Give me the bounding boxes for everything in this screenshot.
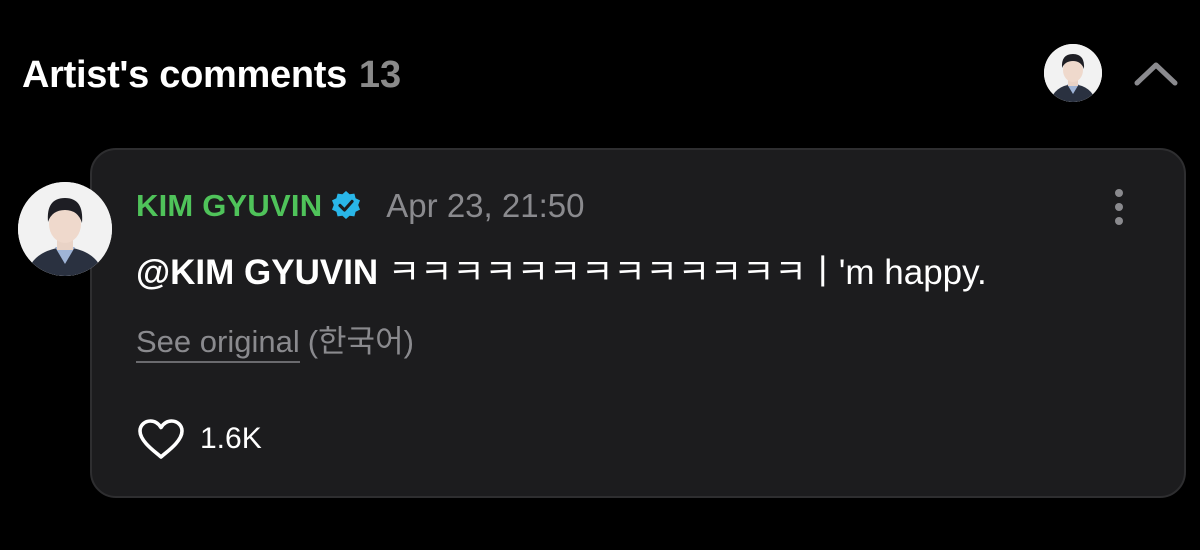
avatar-portrait [1044,44,1102,102]
see-original-link[interactable]: See original [136,324,300,363]
like-row: 1.6K [136,416,262,462]
more-vertical-icon [1115,189,1123,225]
verified-badge-icon [332,191,361,219]
like-button[interactable] [136,416,186,462]
chevron-up-icon [1134,62,1178,86]
section-title: Artist's comments [22,53,347,96]
author-avatar[interactable] [18,182,112,276]
translation-info: See original (한국어) [136,322,414,363]
mention-link[interactable]: @KIM GYUVIN [136,253,378,292]
comment-text: ㅋㅋㅋㅋㅋㅋㅋㅋㅋㅋㅋㅋㅋㅣ'm happy. [378,253,987,292]
collapse-button[interactable] [1130,50,1182,96]
heart-outline-icon [138,419,184,459]
comment-meta: KIM GYUVIN Apr 23, 21:50 [136,186,584,226]
comment-timestamp: Apr 23, 21:50 [386,187,585,224]
comment-body: @KIM GYUVIN ㅋㅋㅋㅋㅋㅋㅋㅋㅋㅋㅋㅋㅋㅣ'm happy. [136,250,987,296]
author-name[interactable]: KIM GYUVIN [136,188,322,224]
more-options-button[interactable] [1104,186,1134,228]
comment-count: 13 [358,53,402,96]
like-count: 1.6K [200,422,262,455]
artist-comments-panel: Artist's comments 13 KIM GYUVIN Apr 23, … [0,0,1200,550]
avatar-portrait [18,182,112,276]
artist-avatar-small[interactable] [1044,44,1102,102]
original-language: (한국어) [307,324,414,359]
section-header: Artist's comments 13 [22,50,401,100]
